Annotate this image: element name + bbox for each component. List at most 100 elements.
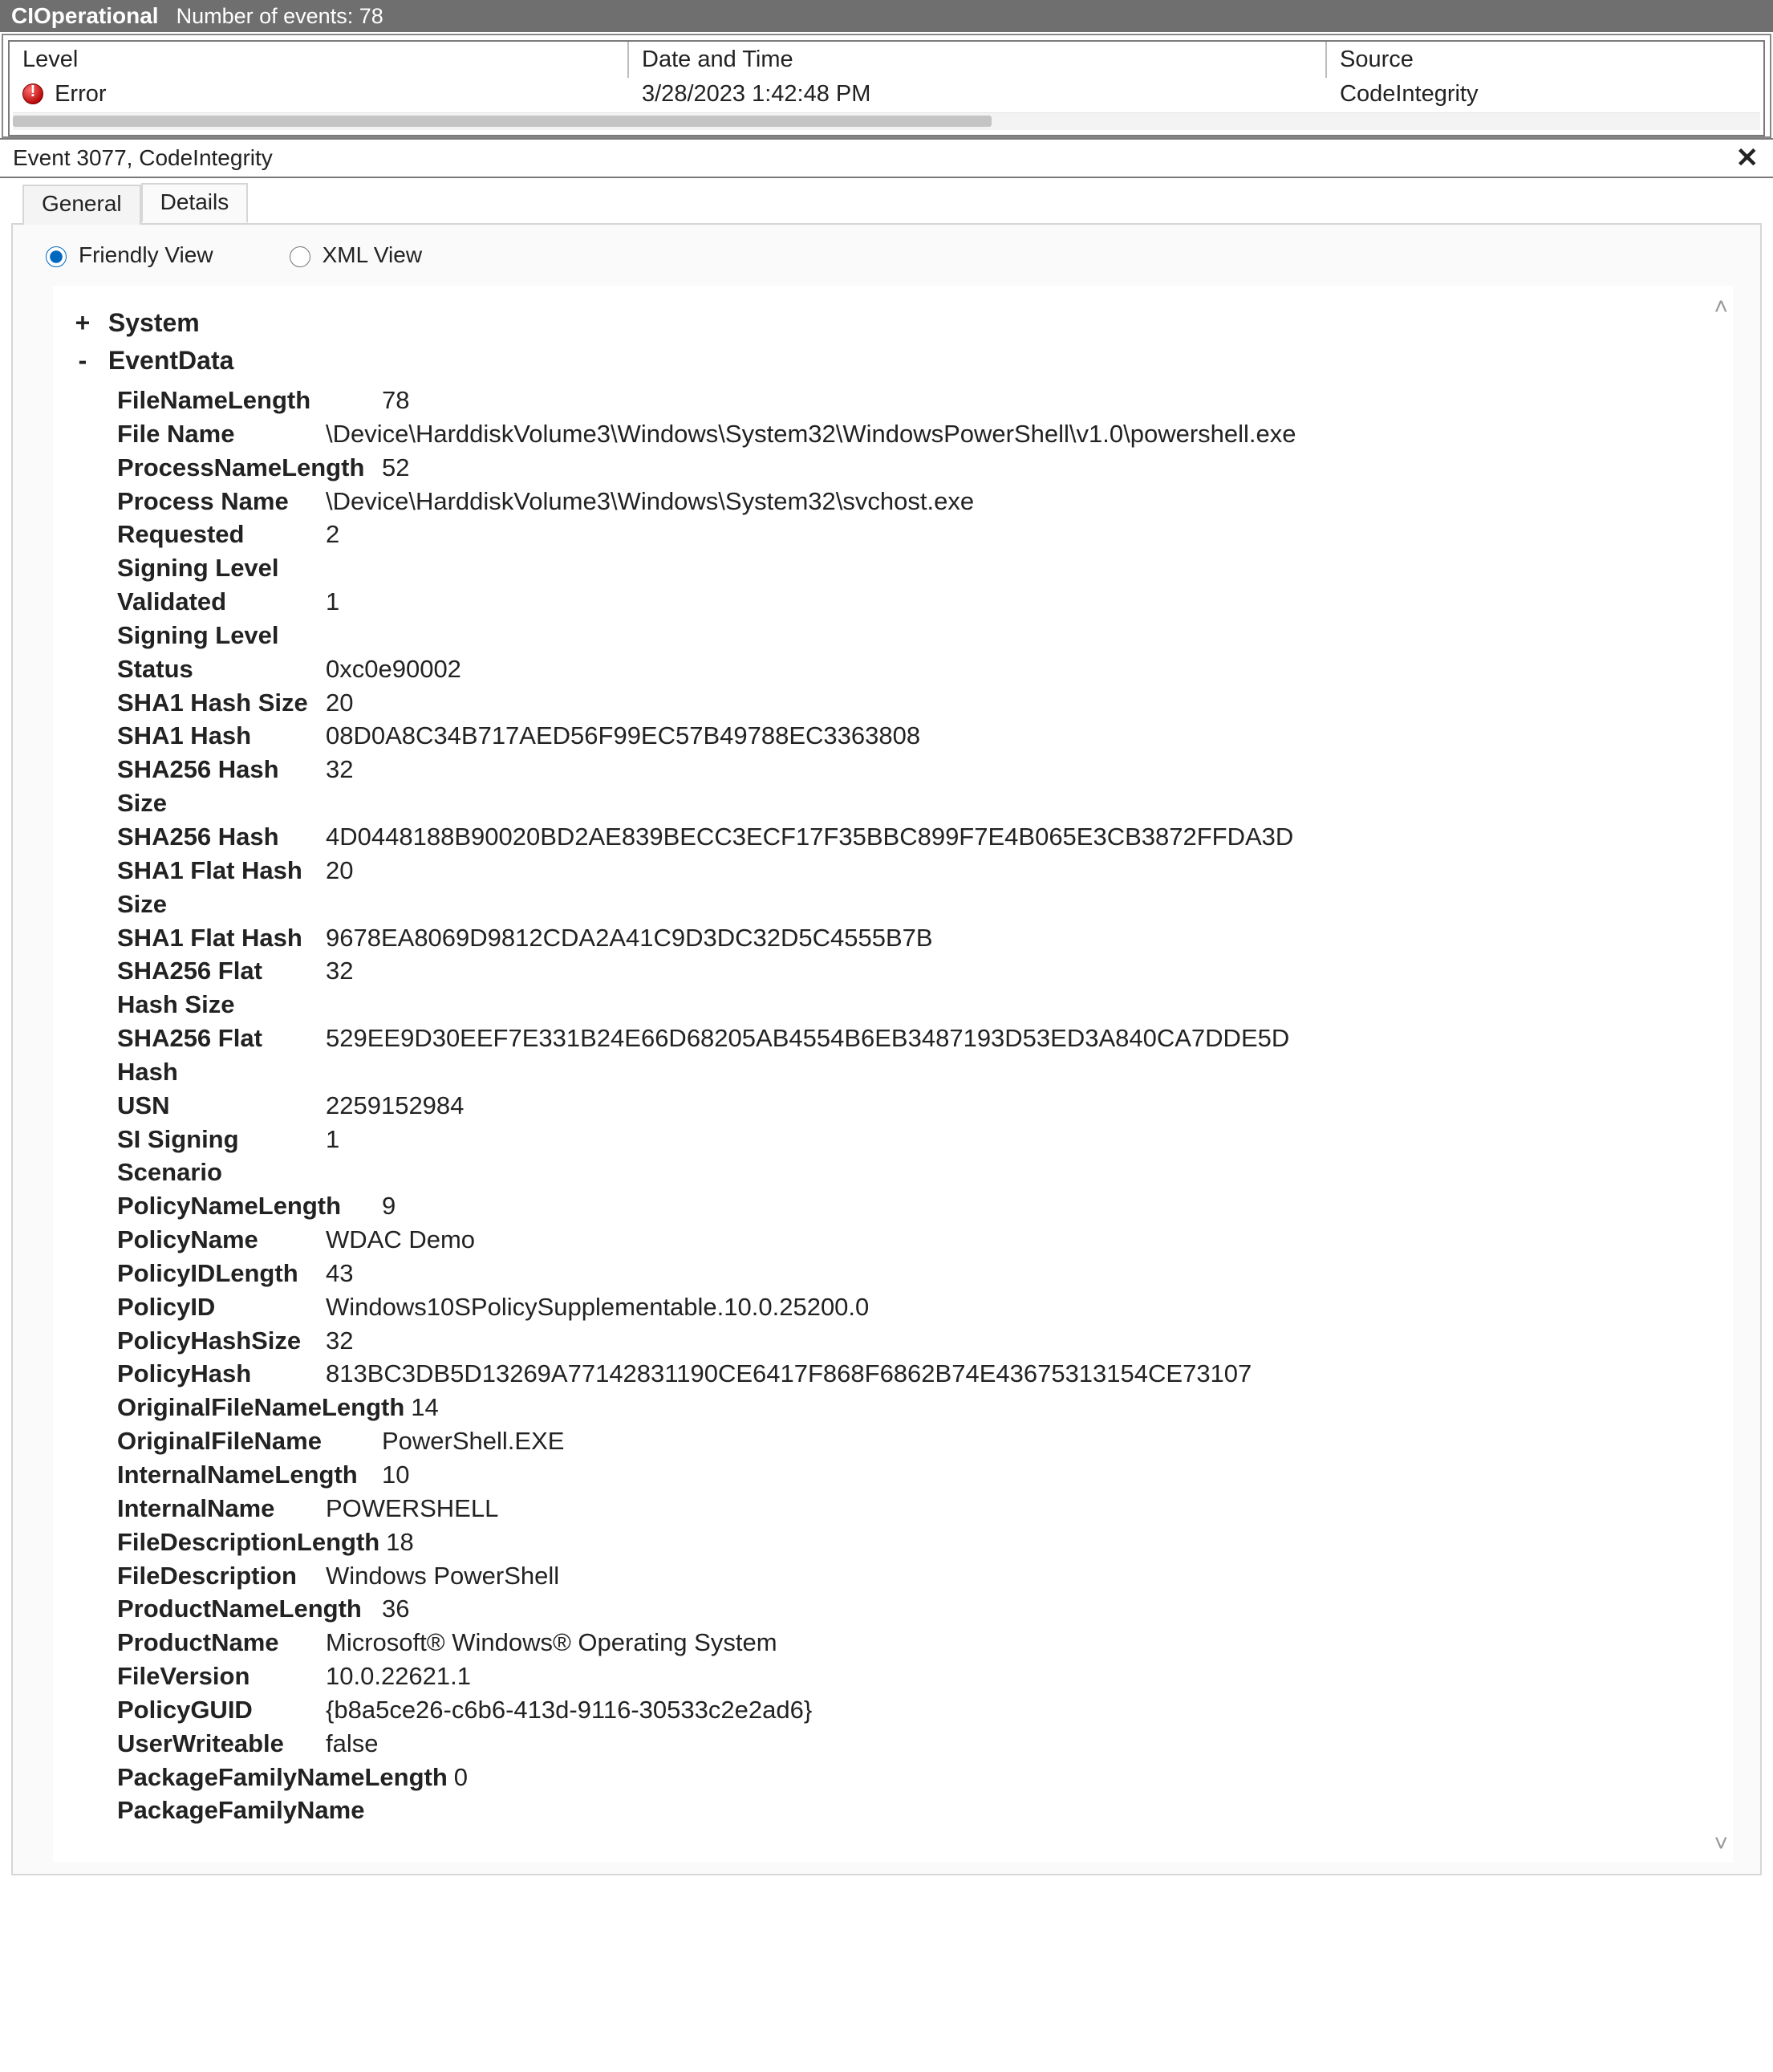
kv-value: 43	[326, 1257, 1717, 1290]
error-icon	[22, 83, 43, 104]
col-header-source[interactable]: Source	[1327, 42, 1763, 78]
kv-row: SHA256 Hash4D0448188B90020BD2AE839BECC3E…	[117, 820, 1717, 854]
kv-value: 36	[382, 1592, 1717, 1626]
kv-key: PackageFamilyNameLength	[117, 1761, 454, 1794]
kv-value: 10.0.22621.1	[326, 1660, 1717, 1693]
kv-value: 2	[326, 518, 1717, 585]
radio-xml-view[interactable]: XML View	[286, 242, 423, 268]
kv-row: SHA256 Flat Hash Size32	[117, 954, 1717, 1022]
window-title-bar: CIOperational Number of events: 78	[0, 0, 1773, 32]
kv-value: Microsoft® Windows® Operating System	[326, 1626, 1717, 1660]
kv-row: FileVersion10.0.22621.1	[117, 1660, 1717, 1693]
events-grid: Level Date and Time Source Error 3/28/20…	[8, 40, 1765, 136]
kv-value: 10	[382, 1458, 1717, 1492]
col-header-level[interactable]: Level	[10, 42, 629, 78]
kv-key: SI Signing Scenario	[117, 1123, 326, 1190]
kv-row: FileNameLength78	[117, 384, 1717, 417]
kv-value: Windows PowerShell	[326, 1559, 1717, 1593]
radio-xml-input[interactable]	[290, 246, 310, 267]
view-mode-radios: Friendly View XML View	[13, 225, 1760, 286]
kv-value: 32	[326, 1324, 1717, 1358]
kv-row: Process Name\Device\HarddiskVolume3\Wind…	[117, 485, 1717, 518]
kv-value: 529EE9D30EEF7E331B24E66D68205AB4554B6EB3…	[326, 1022, 1717, 1089]
kv-key: SHA1 Hash Size	[117, 686, 326, 720]
kv-value: false	[326, 1727, 1717, 1761]
kv-row: SHA1 Hash Size20	[117, 686, 1717, 720]
kv-key: PolicyNameLength	[117, 1189, 382, 1223]
kv-key: SHA1 Flat Hash Size	[117, 854, 326, 921]
kv-row: SHA256 Hash Size32	[117, 753, 1717, 820]
kv-row: SHA1 Flat Hash9678EA8069D9812CDA2A41C9D3…	[117, 921, 1717, 955]
kv-key: PolicyName	[117, 1223, 326, 1257]
kv-row: OriginalFileNamePowerShell.EXE	[117, 1424, 1717, 1458]
kv-key: SHA256 Flat Hash	[117, 1022, 326, 1089]
radio-xml-label: XML View	[323, 242, 423, 268]
kv-value: 813BC3DB5D13269A77142831190CE6417F868F68…	[326, 1357, 1717, 1391]
kv-row: ProcessNameLength52	[117, 451, 1717, 485]
kv-row: File Name\Device\HarddiskVolume3\Windows…	[117, 417, 1717, 451]
scrollbar-thumb[interactable]	[13, 116, 992, 127]
radio-friendly-input[interactable]	[46, 246, 67, 267]
cell-source: CodeIntegrity	[1327, 78, 1763, 108]
kv-key: PolicyHash	[117, 1357, 326, 1391]
system-node[interactable]: + System	[69, 308, 1717, 338]
details-panel: Friendly View XML View ˄ + System - Even…	[11, 223, 1762, 1875]
kv-row: Validated Signing Level1	[117, 585, 1717, 652]
kv-value: 14	[411, 1391, 1717, 1424]
kv-value: 4D0448188B90020BD2AE839BECC3ECF17F35BBC8…	[326, 820, 1717, 854]
table-row[interactable]: Error 3/28/2023 1:42:48 PM CodeIntegrity	[10, 78, 1763, 108]
kv-key: File Name	[117, 417, 326, 451]
kv-value: 2259152984	[326, 1089, 1717, 1123]
kv-row: Status0xc0e90002	[117, 652, 1717, 686]
kv-key: Requested Signing Level	[117, 518, 326, 585]
cell-level: Error	[10, 78, 629, 108]
scroll-down-icon[interactable]: ˅	[1714, 1830, 1728, 1858]
expand-icon[interactable]: +	[69, 308, 96, 338]
kv-key: InternalNameLength	[117, 1458, 382, 1492]
radio-friendly-view[interactable]: Friendly View	[42, 242, 213, 268]
kv-value: \Device\HarddiskVolume3\Windows\System32…	[326, 417, 1717, 451]
kv-key: FileVersion	[117, 1660, 326, 1693]
scroll-up-icon[interactable]: ˄	[1714, 294, 1728, 321]
kv-value	[382, 1794, 1717, 1827]
kv-value: \Device\HarddiskVolume3\Windows\System32…	[326, 485, 1717, 518]
kv-value: 32	[326, 954, 1717, 1022]
kv-key: ProcessNameLength	[117, 451, 382, 485]
kv-key: UserWriteable	[117, 1727, 326, 1761]
kv-value: POWERSHELL	[326, 1492, 1717, 1526]
eventdata-node[interactable]: - EventData	[69, 346, 1717, 376]
kv-row: SI Signing Scenario1	[117, 1123, 1717, 1190]
tab-details[interactable]: Details	[141, 183, 249, 223]
kv-key: PolicyGUID	[117, 1693, 326, 1727]
kv-value: 32	[326, 753, 1717, 820]
kv-row: UserWriteablefalse	[117, 1727, 1717, 1761]
tab-general[interactable]: General	[22, 185, 141, 225]
collapse-icon[interactable]: -	[69, 346, 96, 376]
kv-key: PolicyID	[117, 1290, 326, 1324]
kv-key: SHA256 Hash Size	[117, 753, 326, 820]
col-header-date[interactable]: Date and Time	[629, 42, 1327, 78]
log-name-label: CIOperational	[11, 3, 159, 29]
kv-key: SHA1 Flat Hash	[117, 921, 326, 955]
kv-value: PowerShell.EXE	[382, 1424, 1717, 1458]
level-text: Error	[55, 81, 106, 107]
kv-key: Process Name	[117, 485, 326, 518]
kv-row: ProductNameMicrosoft® Windows® Operating…	[117, 1626, 1717, 1660]
kv-value: 08D0A8C34B717AED56F99EC57B49788EC3363808	[326, 719, 1717, 753]
events-grid-frame: Level Date and Time Source Error 3/28/20…	[2, 34, 1771, 138]
kv-row: FileDescriptionLength18	[117, 1526, 1717, 1559]
event-count-label: Number of events: 78	[176, 4, 383, 29]
kv-row: PolicyNameLength9	[117, 1189, 1717, 1223]
kv-value: 52	[382, 451, 1717, 485]
kv-row: PolicyHashSize32	[117, 1324, 1717, 1358]
system-label: System	[108, 308, 200, 337]
kv-key: OriginalFileName	[117, 1424, 382, 1458]
kv-row: Requested Signing Level2	[117, 518, 1717, 585]
kv-row: OriginalFileNameLength14	[117, 1391, 1717, 1424]
close-icon[interactable]: ✕	[1733, 144, 1763, 172]
kv-row: SHA1 Hash08D0A8C34B717AED56F99EC57B49788…	[117, 719, 1717, 753]
horizontal-scrollbar[interactable]	[13, 112, 1760, 130]
kv-value: 9678EA8069D9812CDA2A41C9D3DC32D5C4555B7B	[326, 921, 1717, 955]
cell-date: 3/28/2023 1:42:48 PM	[629, 78, 1327, 108]
kv-key: USN	[117, 1089, 326, 1123]
